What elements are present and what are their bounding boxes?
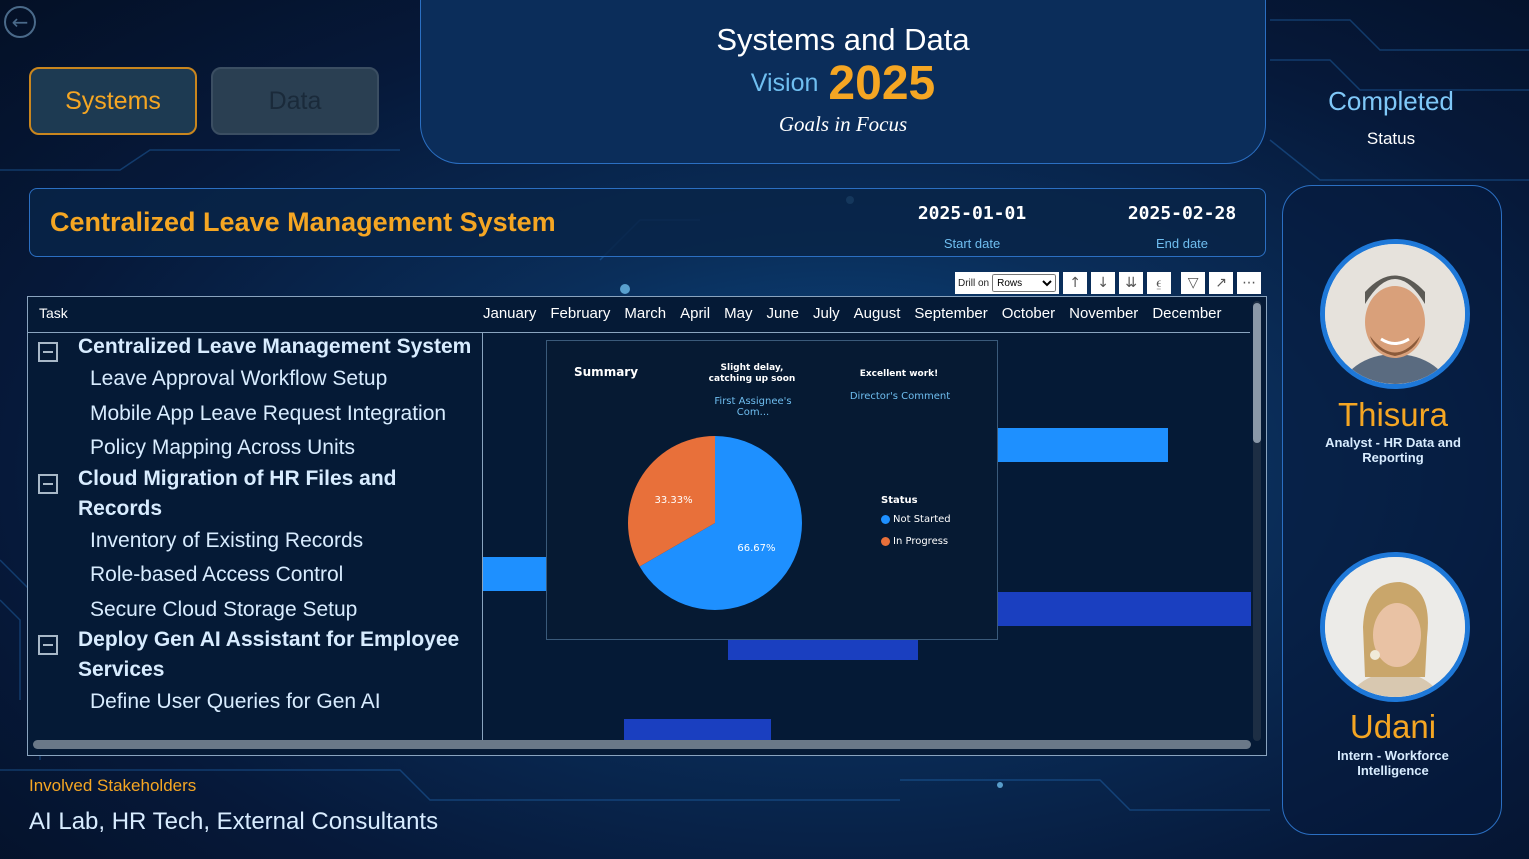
- gantt-bar[interactable]: [728, 640, 918, 660]
- status-pie-chart: 66.67% 33.33%: [628, 436, 802, 610]
- avatar: [1320, 239, 1470, 389]
- vertical-scroll-thumb[interactable]: [1253, 303, 1261, 443]
- systems-button[interactable]: Systems: [29, 67, 197, 135]
- team-panel: Thisura Analyst - HR Data and Reporting …: [1282, 185, 1502, 835]
- start-date-label: Start date: [943, 236, 1001, 251]
- month-label: January: [483, 305, 537, 322]
- month-label: June: [766, 305, 799, 322]
- task-list: Centralized Leave Management System Leav…: [28, 333, 480, 737]
- task-group[interactable]: Deploy Gen AI Assistant for Employee Ser…: [38, 625, 480, 685]
- status-label: Status: [1366, 129, 1416, 148]
- task-row[interactable]: Policy Mapping Across Units: [90, 431, 480, 466]
- stakeholders-value: AI Lab, HR Tech, External Consultants: [29, 808, 439, 835]
- drill-up-icon[interactable]: ↑: [1063, 272, 1088, 294]
- legend-item-in-progress: In Progress: [881, 536, 948, 547]
- task-group-title: Cloud Migration of HR Files and Records: [78, 466, 397, 520]
- collapse-icon[interactable]: [38, 342, 58, 362]
- header-panel: Systems and Data Vision 2025 Goals in Foc…: [420, 0, 1266, 164]
- legend-label: In Progress: [893, 536, 949, 547]
- start-date-value: 2025-01-01: [917, 203, 1027, 224]
- more-options-icon[interactable]: ⋯: [1237, 272, 1262, 294]
- drill-on-select[interactable]: Rows: [992, 274, 1057, 292]
- task-row[interactable]: Define User Queries for Gen AI: [90, 685, 480, 720]
- month-label: May: [724, 305, 753, 322]
- filter-icon[interactable]: ▽: [1181, 272, 1206, 294]
- legend-label: Not Started: [893, 514, 951, 525]
- collapse-icon[interactable]: [38, 635, 58, 655]
- drill-down-icon[interactable]: ↓: [1091, 272, 1116, 294]
- stakeholders-label: Involved Stakeholders: [29, 776, 197, 795]
- vision-label: Vision: [750, 69, 819, 97]
- task-group[interactable]: Centralized Leave Management System: [38, 333, 480, 362]
- month-label: October: [1001, 305, 1056, 322]
- month-label: March: [624, 305, 667, 322]
- legend-dot: [881, 537, 890, 546]
- task-group-title: Centralized Leave Management System: [78, 335, 472, 358]
- month-header-row: January February March April May June Ju…: [483, 305, 1236, 322]
- month-label: February: [550, 305, 611, 322]
- summary-tooltip: Summary Slight delay, catching up soon F…: [546, 340, 998, 640]
- task-column-header[interactable]: Task: [39, 305, 68, 321]
- gantt-bar[interactable]: [998, 428, 1168, 462]
- vision-row: Vision 2025: [421, 56, 1265, 111]
- column-divider: [482, 332, 483, 742]
- visual-toolbar: Drill on Rows ↑ ↓ ⇊ ⍷ ▽ ↗ ⋯: [955, 271, 1262, 295]
- task-row[interactable]: Leave Approval Workflow Setup: [90, 362, 480, 397]
- legend-dot: [881, 515, 890, 524]
- month-label: April: [680, 305, 711, 322]
- status-value: Completed: [1328, 86, 1454, 116]
- month-label: November: [1069, 305, 1139, 322]
- legend-title: Status: [881, 495, 918, 506]
- pie-data-label: 33.33%: [654, 495, 692, 506]
- end-date-value: 2025-02-28: [1127, 203, 1237, 224]
- avatar: [1320, 552, 1470, 702]
- arrow-left-icon: ←: [11, 10, 29, 34]
- end-date-label: End date: [1155, 236, 1209, 251]
- data-button[interactable]: Data: [211, 67, 379, 135]
- member-role: Analyst - HR Data and Reporting: [1325, 435, 1461, 465]
- task-row[interactable]: Secure Cloud Storage Setup: [90, 593, 480, 628]
- gantt-bar[interactable]: [483, 557, 553, 591]
- horizontal-scrollbar[interactable]: [33, 740, 1251, 749]
- back-button[interactable]: ←: [4, 6, 36, 38]
- gantt-bar[interactable]: [998, 592, 1251, 626]
- gantt-bar[interactable]: [624, 719, 771, 741]
- month-label: December: [1152, 305, 1222, 322]
- drill-on-label: Drill on: [958, 277, 990, 289]
- member-role: Intern - Workforce Intelligence: [1337, 748, 1449, 778]
- task-row[interactable]: Inventory of Existing Records: [90, 524, 480, 559]
- month-label: July: [812, 305, 840, 322]
- female-avatar-icon: [1325, 557, 1465, 697]
- task-row[interactable]: Role-based Access Control: [90, 558, 480, 593]
- task-group[interactable]: Cloud Migration of HR Files and Records: [38, 464, 480, 524]
- month-label: September: [914, 305, 988, 322]
- member-name: Udani: [1349, 708, 1437, 745]
- page-title: Systems and Data: [716, 22, 970, 57]
- vision-year: 2025: [828, 57, 936, 110]
- expand-all-icon[interactable]: ⇊: [1119, 272, 1144, 294]
- gantt-header: Task January February March April May Ju…: [28, 297, 1250, 333]
- legend-item-not-started: Not Started: [881, 514, 951, 525]
- drill-on-control: Drill on Rows: [955, 272, 1060, 294]
- project-title: Centralized Leave Management System: [50, 207, 556, 237]
- month-label: August: [853, 305, 901, 322]
- member-name: Thisura: [1337, 396, 1449, 433]
- expand-hierarchy-icon[interactable]: ⍷: [1147, 272, 1172, 294]
- project-card: Centralized Leave Management System 2025…: [29, 188, 1266, 257]
- task-group-title: Deploy Gen AI Assistant for Employee Ser…: [78, 628, 460, 681]
- task-row[interactable]: Mobile App Leave Request Integration: [90, 397, 480, 432]
- male-avatar-icon: [1325, 244, 1465, 384]
- collapse-icon[interactable]: [38, 473, 58, 494]
- page-subtitle: Goals in Focus: [778, 112, 908, 136]
- pie-data-label: 66.67%: [737, 543, 775, 554]
- focus-mode-icon[interactable]: ↗: [1209, 272, 1234, 294]
